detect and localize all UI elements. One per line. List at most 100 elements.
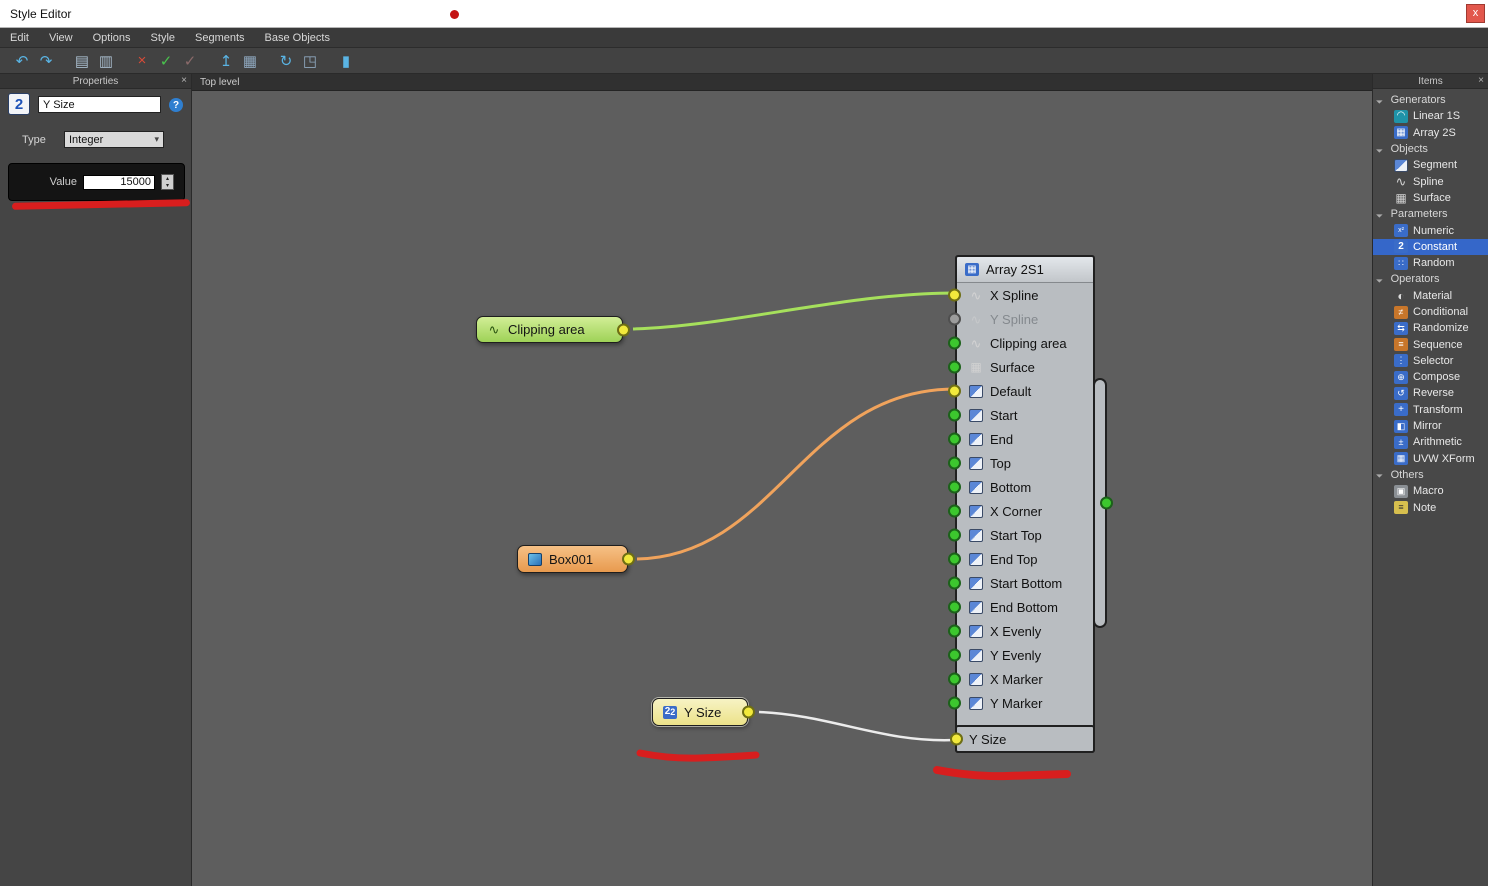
help-icon[interactable]: ?	[169, 98, 183, 112]
menu-item[interactable]: Base Objects	[255, 28, 340, 47]
toolbar-button[interactable]: ◳	[298, 50, 322, 71]
toolbar-button[interactable]: ▤	[70, 50, 94, 71]
toolbar-button[interactable]: ×	[130, 50, 154, 71]
tree-row[interactable]: Constant	[1373, 238, 1488, 255]
input-port[interactable]	[950, 732, 963, 746]
tree-row[interactable]: Compose	[1373, 369, 1488, 385]
array-generator-node[interactable]: Array 2S1 X Spline Y Spline	[948, 255, 1095, 753]
tree-row[interactable]: Random	[1373, 255, 1488, 271]
array-node-header[interactable]: Array 2S1	[957, 257, 1093, 283]
panel-close-icon[interactable]: ×	[1478, 75, 1484, 86]
panel-close-icon[interactable]: ×	[181, 75, 187, 86]
arrange-grid-icon: ▦	[242, 52, 258, 70]
input-port[interactable]	[948, 648, 961, 662]
output-port[interactable]	[622, 552, 635, 566]
input-port[interactable]	[948, 480, 961, 494]
array-input-row: Surface	[948, 355, 1093, 379]
window-close-button[interactable]: x	[1466, 4, 1485, 23]
random-icon	[1394, 256, 1408, 270]
menu-item[interactable]: Options	[83, 28, 141, 47]
toolbar-button[interactable]: ↥	[214, 50, 238, 71]
tree-row[interactable]: Mirror	[1373, 418, 1488, 434]
toolbar-button[interactable]: ▦	[238, 50, 262, 71]
menu-bar: Edit View Options Style Segments Base Ob…	[0, 28, 1488, 48]
tree-row[interactable]: Material	[1373, 288, 1488, 304]
input-port[interactable]	[948, 696, 961, 710]
tree-row[interactable]: Generators	[1373, 92, 1488, 108]
tree-row[interactable]: Others	[1373, 467, 1488, 483]
toolbar-button[interactable]: ✓	[178, 50, 202, 71]
tree-row[interactable]: Macro	[1373, 483, 1488, 499]
input-port[interactable]	[948, 528, 961, 542]
input-port[interactable]	[948, 312, 961, 326]
tree-row[interactable]: Array 2S	[1373, 125, 1488, 141]
node-graph-canvas[interactable]: Top level Clipping area Box001 2 Y Size …	[192, 74, 1372, 886]
toolbar-button[interactable]: ▮	[334, 50, 358, 71]
array-output-capsule[interactable]	[1093, 378, 1113, 628]
node-label: Y Size	[684, 704, 722, 720]
input-port[interactable]	[948, 408, 961, 422]
input-port[interactable]	[948, 576, 961, 590]
paste-icon: ▥	[98, 52, 114, 70]
menu-item[interactable]: View	[39, 28, 83, 47]
tree-row[interactable]: Transform	[1373, 402, 1488, 418]
input-port[interactable]	[948, 432, 961, 446]
note-icon	[1394, 501, 1408, 515]
tree-row[interactable]: Parameters	[1373, 206, 1488, 222]
menu-item[interactable]: Segments	[185, 28, 255, 47]
input-port[interactable]	[948, 456, 961, 470]
segment-icon	[969, 456, 983, 470]
toolbar-button[interactable]: ✓	[154, 50, 178, 71]
node-label: Box001	[549, 551, 594, 567]
input-port[interactable]	[948, 336, 961, 350]
tree-row[interactable]: Objects	[1373, 141, 1488, 157]
clipping-area-node[interactable]: Clipping area	[476, 316, 630, 343]
spinner-up-icon[interactable]: ▴	[162, 175, 173, 182]
tree-row[interactable]: Conditional	[1373, 304, 1488, 320]
type-select[interactable]: Integer ▾	[64, 131, 164, 148]
spinner-down-icon[interactable]: ▾	[162, 182, 173, 189]
toolbar-button[interactable]: ▥	[94, 50, 118, 71]
tree-row[interactable]: Linear 1S	[1373, 108, 1488, 124]
box001-node[interactable]: Box001	[517, 545, 635, 573]
output-port[interactable]	[617, 323, 630, 336]
toolbar-button[interactable]: ↻	[274, 50, 298, 71]
tree-label: Numeric	[1413, 224, 1454, 237]
toolbar-button[interactable]: ↷	[34, 50, 58, 71]
tree-row[interactable]: UVW XForm	[1373, 451, 1488, 467]
value-spinner: ▴ ▾	[161, 174, 174, 190]
tree-row[interactable]: Sequence	[1373, 336, 1488, 352]
menu-item[interactable]: Style	[141, 28, 185, 47]
wire-box-to-default[interactable]	[636, 387, 956, 561]
wire-ysize-to-ysize[interactable]	[758, 710, 956, 742]
input-port[interactable]	[948, 288, 961, 302]
tree-row[interactable]: Segment	[1373, 157, 1488, 173]
tree-row[interactable]: Spline	[1373, 173, 1488, 189]
parameter-name-input[interactable]	[38, 96, 161, 113]
spline-icon	[969, 337, 983, 350]
ysize-constant-node[interactable]: 2 Y Size	[652, 698, 755, 726]
tree-row[interactable]: Operators	[1373, 271, 1488, 287]
output-port[interactable]	[742, 705, 755, 719]
tree-row[interactable]: Arithmetic	[1373, 434, 1488, 450]
toolbar-button[interactable]: ↶	[10, 50, 34, 71]
input-port[interactable]	[948, 600, 961, 614]
wire-clipping-to-xspline[interactable]	[632, 291, 956, 331]
tree-row[interactable]: Selector	[1373, 353, 1488, 369]
value-input[interactable]	[83, 174, 155, 190]
output-port[interactable]	[1100, 496, 1113, 510]
input-port[interactable]	[948, 552, 961, 566]
menu-item[interactable]: Edit	[0, 28, 39, 47]
tree-row[interactable]: Surface	[1373, 190, 1488, 206]
tree-row[interactable]: Numeric	[1373, 222, 1488, 238]
level-tab[interactable]: Top level	[200, 77, 239, 88]
tree-row[interactable]: Reverse	[1373, 385, 1488, 401]
input-port[interactable]	[948, 360, 961, 374]
tree-row[interactable]: Randomize	[1373, 320, 1488, 336]
input-port[interactable]	[948, 384, 961, 398]
tree-label: Segment	[1413, 159, 1458, 172]
input-port[interactable]	[948, 624, 961, 638]
tree-row[interactable]: Note	[1373, 499, 1488, 515]
input-port[interactable]	[948, 672, 961, 686]
input-port[interactable]	[948, 504, 961, 518]
